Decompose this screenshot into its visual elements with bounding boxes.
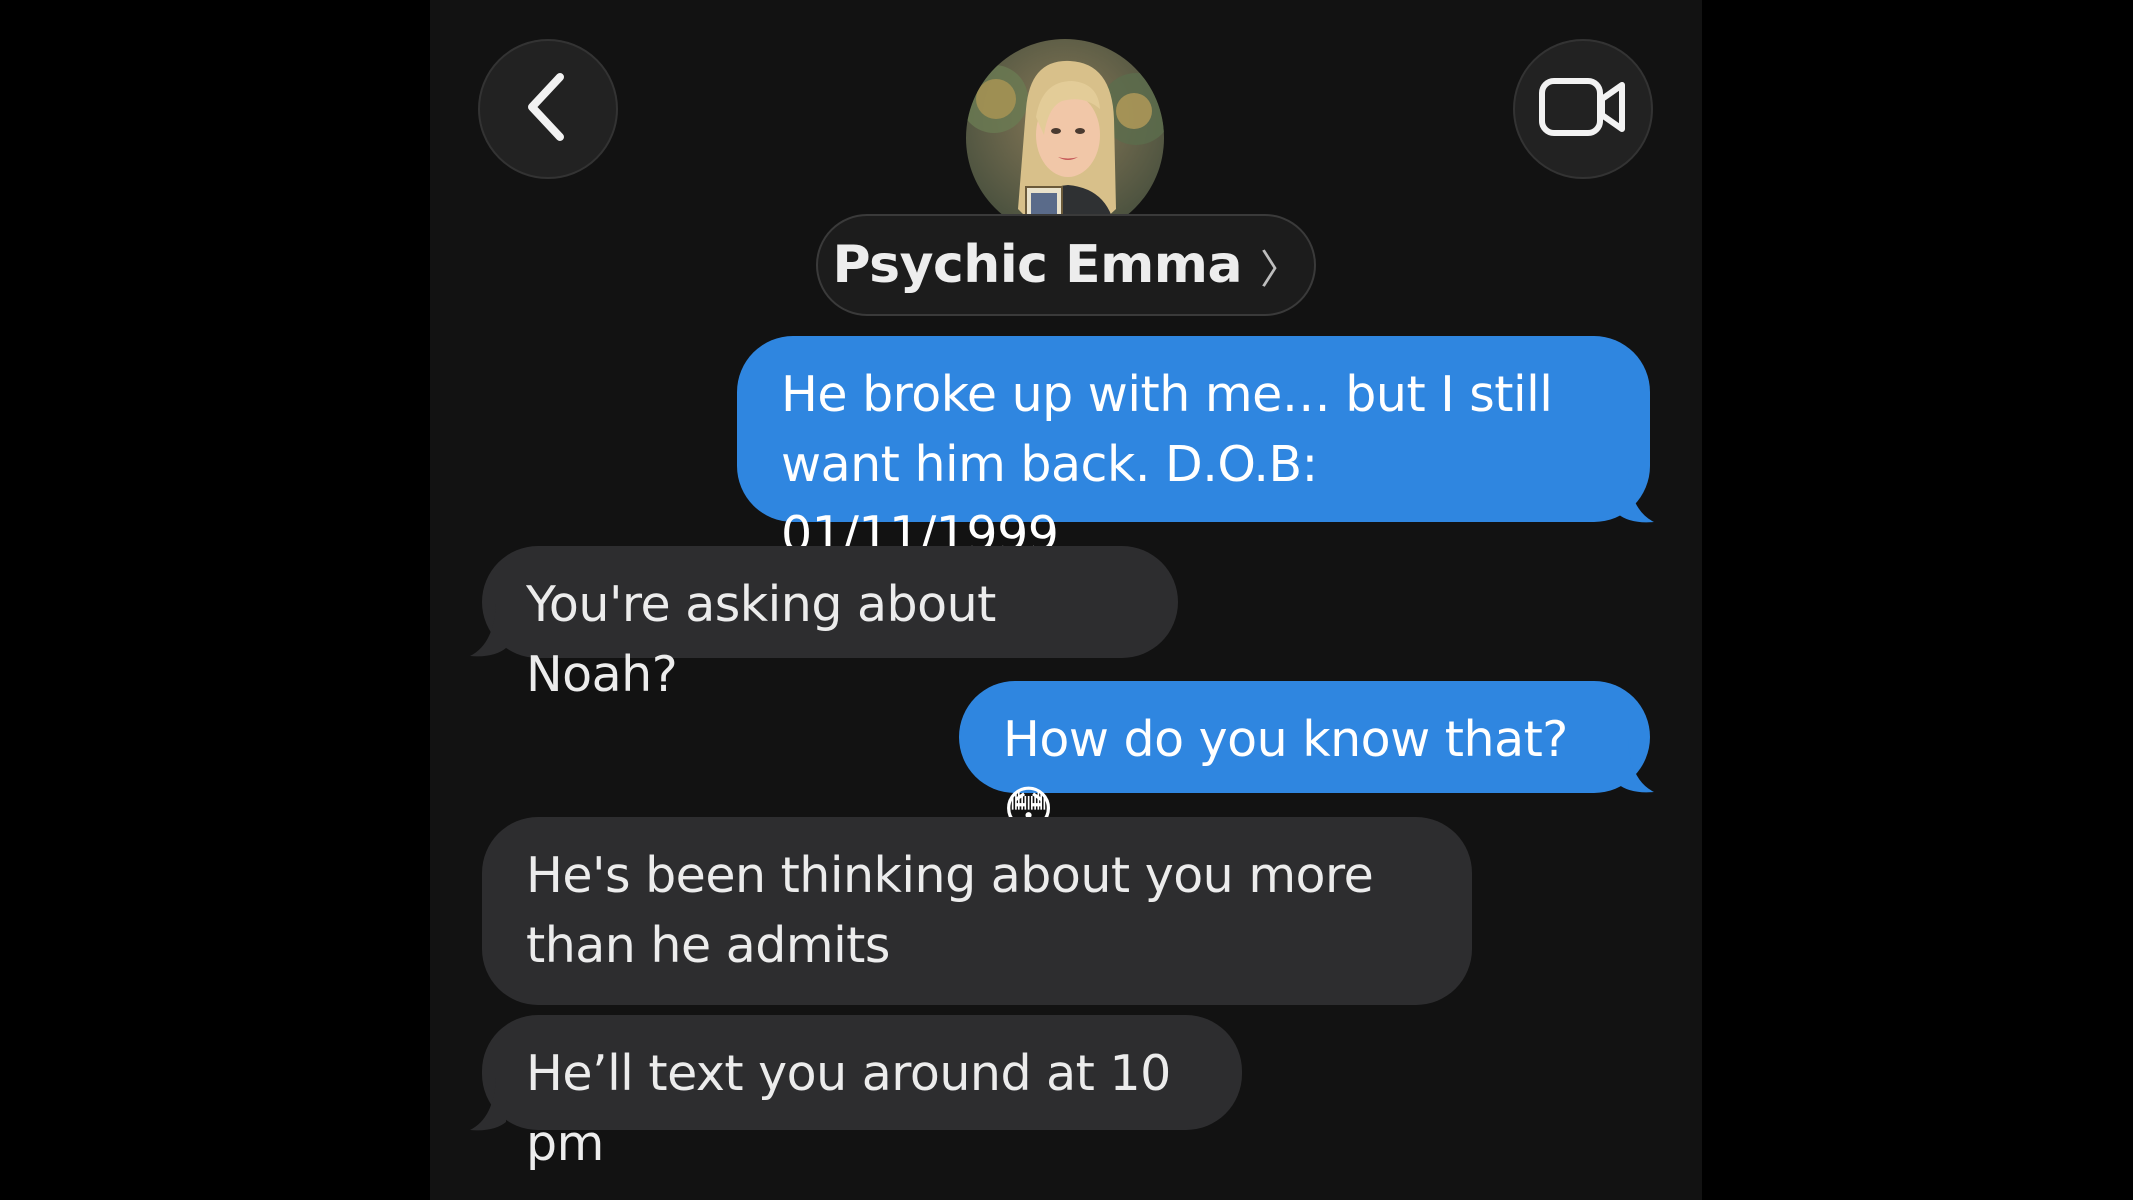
back-button[interactable] — [478, 39, 618, 179]
contact-name-button[interactable]: Psychic Emma 〉 — [816, 214, 1316, 316]
video-camera-icon — [1538, 75, 1628, 143]
video-call-button[interactable] — [1513, 39, 1653, 179]
received-bubble-tail — [470, 604, 506, 657]
sent-bubble-tail — [1618, 740, 1654, 793]
chevron-left-icon — [518, 67, 578, 151]
received-message-bubble[interactable]: He's been thinking about you more than h… — [482, 817, 1472, 1005]
contact-avatar[interactable] — [966, 39, 1164, 237]
sent-message-bubble[interactable]: How do you know that? 😳 — [959, 681, 1650, 838]
message-text: He broke up with me… but I still want hi… — [781, 366, 1553, 563]
received-bubble-tail — [470, 1078, 506, 1131]
chevron-right-icon: 〉 — [1260, 247, 1300, 293]
message-text: You're asking about Noah? — [526, 576, 996, 703]
received-message-bubble[interactable]: He’ll text you around at 10 pm — [482, 1015, 1242, 1172]
message-text: He’ll text you around at 10 pm — [526, 1045, 1171, 1172]
message-text: He's been thinking about you more than h… — [526, 847, 1374, 974]
sent-bubble-tail — [1618, 470, 1654, 523]
sent-message-bubble[interactable]: He broke up with me… but I still want hi… — [737, 336, 1650, 563]
conversation-screen: Psychic Emma 〉 He broke up with me… but … — [430, 0, 1702, 1200]
contact-name: Psychic Emma — [832, 235, 1243, 295]
received-message-bubble[interactable]: You're asking about Noah? — [482, 546, 1178, 703]
